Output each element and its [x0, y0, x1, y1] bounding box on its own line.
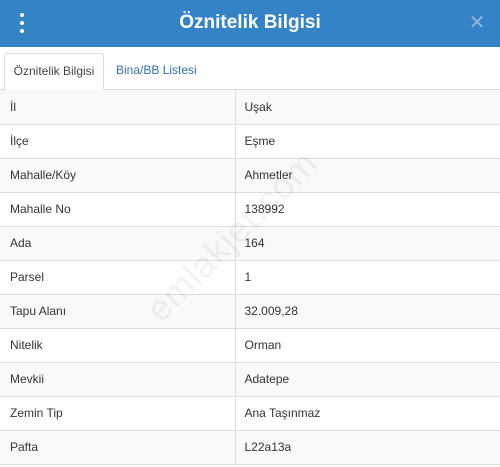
row-label: Tapu Alanı [0, 294, 236, 329]
row-value: 138992 [235, 192, 500, 227]
row-label: İlçe [0, 124, 236, 159]
table-row: İlçe Eşme [0, 124, 500, 159]
table-row: İl Uşak [0, 90, 500, 125]
row-label: Parsel [0, 260, 236, 295]
row-label: Pafta [0, 430, 236, 465]
table-row: Tapu Alanı 32.009,28 [0, 294, 500, 329]
dialog-title: Öznitelik Bilgisi [179, 12, 321, 33]
row-label: Mevkii [0, 362, 236, 397]
table-row: Parsel 1 [0, 260, 500, 295]
table-row: Ada 164 [0, 226, 500, 261]
row-label: Mahalle/Köy [0, 158, 236, 193]
row-value: Uşak [235, 90, 500, 125]
dialog-header: Öznitelik Bilgisi ✕ [0, 0, 500, 47]
row-value: 164 [235, 226, 500, 261]
row-label: Ada [0, 226, 236, 261]
row-label: İl [0, 90, 236, 125]
table-row: Zemin Tip Ana Taşınmaz [0, 396, 500, 431]
tab-bar: Öznitelik Bilgisi Bina/BB Listesi [0, 47, 500, 91]
table-row: Mevkii Adatepe [0, 362, 500, 397]
row-value: 1 [235, 260, 500, 295]
row-value: L22a13a [235, 430, 500, 465]
row-label: Mahalle No [0, 192, 236, 227]
close-icon[interactable]: ✕ [466, 12, 488, 34]
row-value: Ana Taşınmaz [235, 396, 500, 431]
tab-bina-bb-listesi[interactable]: Bina/BB Listesi [108, 53, 205, 90]
tab-oznitelik-bilgisi[interactable]: Öznitelik Bilgisi [4, 53, 104, 91]
row-label: Nitelik [0, 328, 236, 363]
table-row: Pafta L22a13a [0, 430, 500, 465]
row-value: 32.009,28 [235, 294, 500, 329]
table-row: Mahalle/Köy Ahmetler [0, 158, 500, 193]
row-value: Adatepe [235, 362, 500, 397]
row-value: Ahmetler [235, 158, 500, 193]
row-value: Orman [235, 328, 500, 363]
table-row: Mahalle No 138992 [0, 192, 500, 227]
attribute-table: İl Uşak İlçe Eşme Mahalle/Köy Ahmetler Maha… [0, 90, 500, 465]
row-value: Eşme [235, 124, 500, 159]
row-label: Zemin Tip [0, 396, 236, 431]
table-row: Nitelik Orman [0, 328, 500, 363]
